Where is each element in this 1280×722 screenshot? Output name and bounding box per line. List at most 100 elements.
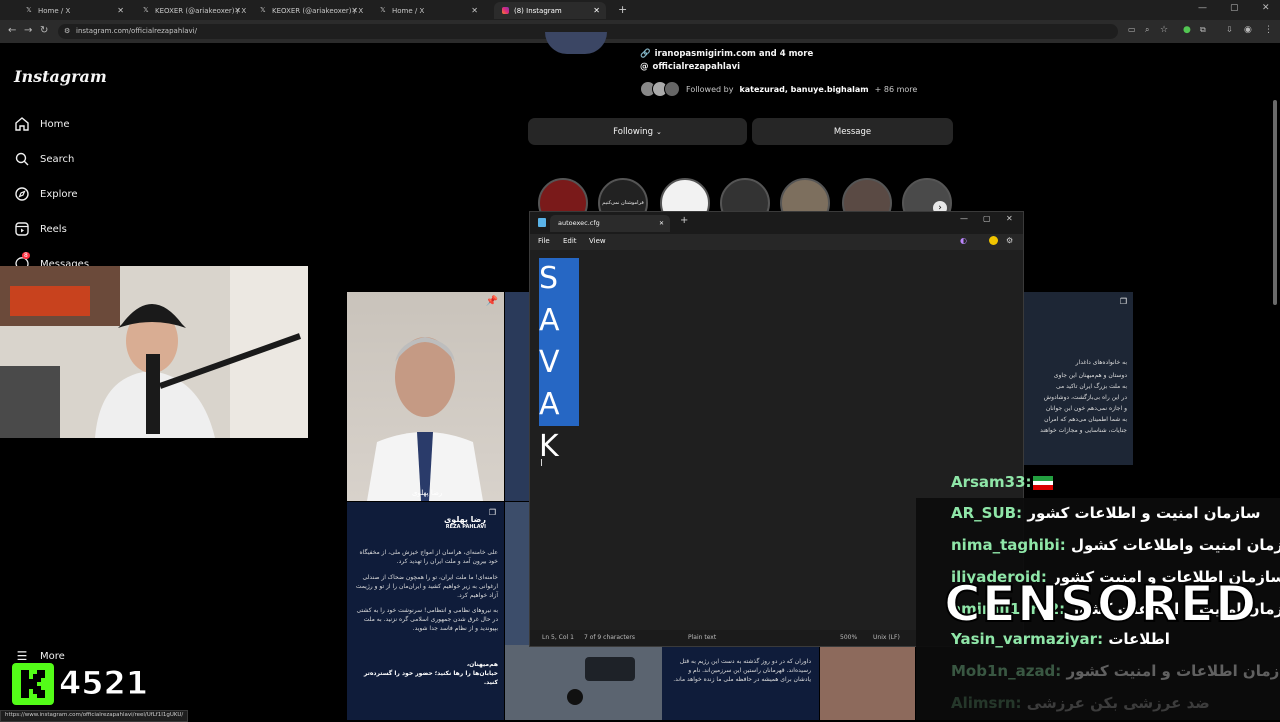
chevron-down-icon: ⌄ <box>655 127 662 136</box>
account-avatar-icon[interactable] <box>989 236 998 245</box>
tab-title: KEOXER (@ariakeoxer) / X <box>155 6 247 15</box>
new-tab-icon[interactable]: + <box>618 3 627 16</box>
tab-title: KEOXER (@ariakeoxer) / X <box>272 6 364 15</box>
iran-flag-icon <box>1033 476 1053 491</box>
sidebar-item-reels[interactable]: Reels <box>14 221 67 237</box>
sidebar-item-search[interactable]: Search <box>14 151 74 167</box>
person-image <box>367 337 483 501</box>
browser-tab-active[interactable]: (8) Instagram ✕ <box>494 2 606 19</box>
threads-icon: @ <box>640 62 649 72</box>
browser-tab[interactable]: 𝕏 KEOXER (@ariakeoxer) / X ✕ <box>135 2 247 19</box>
install-icon[interactable]: ▭ <box>1128 25 1136 34</box>
browser-tab[interactable]: 𝕏 Home / X ✕ <box>18 2 130 19</box>
new-tab-icon[interactable]: + <box>680 215 688 226</box>
x-logo-icon: 𝕏 <box>26 6 32 14</box>
chat-text: سازمان اطلاعات و امنیت کشور <box>1066 662 1280 680</box>
post-thumbnail[interactable] <box>505 292 530 501</box>
search-icon <box>14 151 30 167</box>
profile-avatar-icon[interactable]: ◉ <box>1244 25 1252 35</box>
avatar <box>664 81 680 97</box>
webcam-overlay <box>0 266 308 438</box>
close-window-icon[interactable]: ✕ <box>1006 214 1013 223</box>
reload-icon[interactable]: ↻ <box>40 25 48 36</box>
following-button[interactable]: Following ⌄ <box>528 118 747 145</box>
settings-gear-icon[interactable]: ⚙ <box>1006 236 1013 245</box>
chat-username: Mob1n_azad: <box>951 662 1062 680</box>
profile-link[interactable]: 🔗 iranopasmigirim.com and 4 more <box>640 49 813 59</box>
tab-title: Home / X <box>38 6 71 15</box>
downloads-icon[interactable]: ⇩ <box>1226 25 1233 34</box>
close-icon[interactable]: ✕ <box>471 6 478 15</box>
extensions-puzzle-icon[interactable]: ⧉ <box>1200 25 1206 35</box>
compass-icon <box>14 186 30 202</box>
minimize-icon[interactable]: — <box>960 214 968 223</box>
maximize-icon[interactable]: ▢ <box>983 214 991 223</box>
menu-view[interactable]: View <box>589 237 606 245</box>
x-logo-icon: 𝕏 <box>260 6 266 14</box>
site-info-icon[interactable]: ⚙ <box>64 24 70 39</box>
page-scrollbar[interactable] <box>1273 100 1277 305</box>
street-image <box>567 657 635 705</box>
notification-badge: 8 <box>22 252 30 259</box>
notepad-tab[interactable]: autoexec.cfg ✕ <box>550 215 670 232</box>
kick-logo-icon <box>12 663 54 705</box>
sidebar-item-more[interactable]: ☰ More <box>14 648 65 664</box>
chat-message: AR_SUB: سازمان امنیت و اطلاعات کشور <box>951 504 1260 522</box>
sidebar-item-label: Search <box>40 153 75 165</box>
menu-file[interactable]: File <box>538 237 550 245</box>
text-line: A <box>539 384 579 426</box>
close-window-icon[interactable]: ✕ <box>1262 3 1270 13</box>
notepad-titlebar: autoexec.cfg ✕ + — ▢ ✕ <box>530 212 1023 234</box>
chat-username: AR_SUB: <box>951 504 1023 522</box>
sidebar-item-explore[interactable]: Explore <box>14 186 78 202</box>
streamer-webcam-image <box>0 266 308 438</box>
threads-link[interactable]: @ officialrezapahlavi <box>640 62 740 72</box>
chat-message: Mob1n_azad: سازمان اطلاعات و امنیت کشور <box>951 662 1280 680</box>
message-button[interactable]: Message <box>752 118 953 145</box>
close-icon[interactable]: ✕ <box>659 215 664 232</box>
maximize-icon[interactable]: ▢ <box>1230 3 1239 13</box>
menu-kebab-icon[interactable]: ⋮ <box>1264 25 1273 35</box>
text-line: A <box>539 299 579 342</box>
bookmark-star-icon[interactable]: ☆ <box>1160 25 1168 35</box>
post-thumbnail[interactable]: ❐ رضا پهلوی REZA PAHLAVI علی خامنه‌ای، ه… <box>347 502 504 720</box>
censored-label: CENSORED <box>943 575 1258 633</box>
minimize-icon[interactable]: — <box>1198 3 1207 13</box>
close-icon[interactable]: ✕ <box>117 6 124 15</box>
copilot-icon[interactable]: ◐ <box>960 236 967 245</box>
close-icon[interactable]: ✕ <box>593 6 600 15</box>
viewer-count: 4521 <box>58 664 149 703</box>
notepad-menubar: File Edit View ◐ ⚙ <box>530 234 1023 250</box>
instagram-logo[interactable]: Instagram <box>14 67 107 86</box>
link-icon: 🔗 <box>640 49 651 59</box>
close-icon[interactable]: ✕ <box>351 6 358 15</box>
zoom-icon[interactable]: ⌕ <box>1145 25 1149 35</box>
post-thumbnail[interactable] <box>820 645 915 720</box>
chat-message: nima_taghibi: سازمان امنیت واطلاعات کشول <box>951 536 1280 554</box>
close-icon[interactable]: ✕ <box>234 6 241 15</box>
profile-avatar[interactable] <box>545 32 607 54</box>
text-cursor-icon: I <box>540 458 543 469</box>
forward-icon[interactable]: → <box>24 25 32 36</box>
post-thumbnail[interactable]: 📌 رضا پهلوی <box>347 292 504 501</box>
follower-avatars <box>640 81 680 97</box>
sidebar-item-label: Reels <box>40 223 67 235</box>
sidebar-item-label: Home <box>40 118 70 130</box>
text-line: K <box>539 429 559 464</box>
back-icon[interactable]: ← <box>8 25 16 36</box>
chat-username: Alimsrn: <box>951 694 1022 712</box>
sidebar-item-home[interactable]: Home <box>14 116 70 132</box>
chat-message: Arsam33: <box>951 473 1053 491</box>
post-thumbnail[interactable] <box>505 645 662 720</box>
extension-icon[interactable]: ● <box>1183 25 1191 35</box>
menu-edit[interactable]: Edit <box>563 237 577 245</box>
browser-tab[interactable]: 𝕏 Home / X ✕ <box>372 2 484 19</box>
post-thumbnail[interactable]: داوران که در دو روز گذشته به دست این رژی… <box>662 645 819 720</box>
tab-title: Home / X <box>392 6 425 15</box>
browser-tab[interactable]: 𝕏 KEOXER (@ariakeoxer) / X ✕ <box>252 2 364 19</box>
home-icon <box>14 116 30 132</box>
followed-by[interactable]: Followed by katezurad, banuye.bighalam +… <box>640 81 917 97</box>
post-thumbnail[interactable]: ❐ به خانواده‌های داغدار دوستان و هم‌میهن… <box>1022 292 1133 465</box>
carousel-icon: ❐ <box>1119 297 1127 306</box>
chat-username: nima_taghibi: <box>951 536 1066 554</box>
